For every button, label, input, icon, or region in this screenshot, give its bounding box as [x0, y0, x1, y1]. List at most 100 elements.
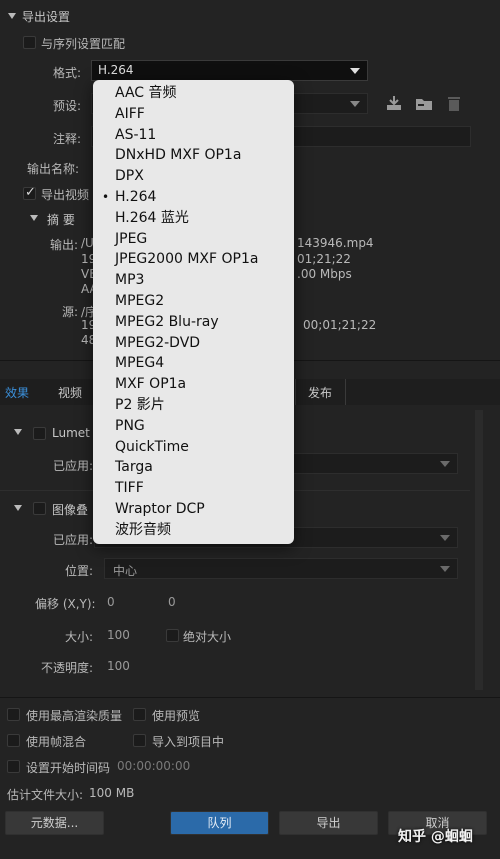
- format-menu-item-label: MPEG2: [115, 292, 165, 309]
- format-menu-item[interactable]: MPEG2 Blu-ray: [93, 312, 294, 333]
- format-menu-item-label: PNG: [115, 417, 145, 434]
- tab-divider: [345, 379, 346, 405]
- format-menu-item-label: MPEG2 Blu-ray: [115, 313, 219, 330]
- format-menu-item-label: H.264: [115, 188, 157, 205]
- format-menu-item[interactable]: DNxHD MXF OP1a: [93, 145, 294, 166]
- source-line-2-end: 00;01;21;22: [303, 318, 377, 332]
- position-dropdown[interactable]: 中心: [104, 558, 458, 579]
- section-title: 导出设置: [22, 10, 71, 24]
- image-overlay-applied-label: 已应用:: [53, 533, 94, 547]
- set-start-timecode-checkbox[interactable]: [7, 760, 20, 773]
- offset-y-value[interactable]: 0: [168, 595, 176, 609]
- delete-preset-icon[interactable]: [447, 95, 461, 112]
- format-menu: AAC 音频 AIFF AS-11 DNxHD MXF OP1a DPX • H.264 H.…: [93, 80, 294, 544]
- chevron-down-icon: [440, 461, 450, 467]
- format-menu-item[interactable]: MPEG4: [93, 353, 294, 374]
- format-menu-item-label: AIFF: [115, 105, 145, 122]
- offset-x-value[interactable]: 0: [107, 595, 115, 609]
- frame-blending-label: 使用帧混合: [26, 735, 87, 749]
- lumetri-checkbox[interactable]: [33, 427, 46, 440]
- tab-video[interactable]: 视频: [58, 384, 82, 401]
- format-dropdown[interactable]: H.264: [91, 60, 368, 81]
- format-menu-item-label: H.264 蓝光: [115, 209, 189, 226]
- format-menu-item[interactable]: P2 影片: [93, 395, 294, 416]
- effects-scrollbar[interactable]: [475, 410, 483, 690]
- collapse-triangle-icon[interactable]: [8, 13, 16, 19]
- format-menu-item[interactable]: Targa: [93, 457, 294, 478]
- import-preset-icon[interactable]: [414, 95, 434, 112]
- offset-label: 偏移 (X,Y):: [35, 597, 96, 611]
- import-into-project-label: 导入到项目中: [152, 735, 225, 749]
- position-value: 中心: [113, 564, 138, 578]
- format-label: 格式:: [53, 66, 82, 80]
- format-menu-item-label: JPEG: [115, 230, 148, 247]
- import-into-project-checkbox[interactable]: [133, 734, 146, 747]
- absolute-size-checkbox[interactable]: [166, 629, 179, 642]
- format-menu-item-label: Targa: [115, 459, 153, 476]
- format-menu-item[interactable]: H.264 蓝光: [93, 208, 294, 229]
- max-render-quality-checkbox[interactable]: [7, 708, 20, 721]
- preset-label: 预设:: [53, 99, 82, 113]
- image-overlay-label: 图像叠: [52, 503, 89, 517]
- absolute-size-label: 绝对大小: [183, 630, 232, 644]
- lumetri-label: Lumet: [52, 426, 90, 440]
- use-previews-label: 使用预览: [152, 709, 201, 723]
- format-menu-item[interactable]: QuickTime: [93, 437, 294, 458]
- format-menu-item-label: AAC 音频: [115, 85, 177, 101]
- format-menu-item[interactable]: MPEG2-DVD: [93, 333, 294, 354]
- format-value: H.264: [98, 63, 134, 77]
- format-menu-item-label: MXF OP1a: [115, 376, 187, 393]
- format-menu-item[interactable]: DPX: [93, 166, 294, 187]
- format-menu-item[interactable]: JPEG2000 MXF OP1a: [93, 249, 294, 270]
- format-menu-item-label: TIFF: [115, 480, 144, 497]
- lumetri-triangle-icon[interactable]: [14, 429, 22, 435]
- position-label: 位置:: [65, 564, 94, 578]
- format-menu-item[interactable]: 波形音频: [93, 520, 294, 541]
- max-render-quality-label: 使用最高渲染质量: [26, 709, 123, 723]
- opacity-value[interactable]: 100: [107, 659, 130, 673]
- format-menu-item[interactable]: Wraptor DCP: [93, 499, 294, 520]
- format-menu-item-label: DNxHD MXF OP1a: [115, 147, 242, 164]
- output-summary-label: 输出:: [50, 238, 79, 252]
- format-menu-item[interactable]: AIFF: [93, 104, 294, 125]
- format-menu-item[interactable]: JPEG: [93, 229, 294, 250]
- estimated-size-label: 估计文件大小:: [7, 788, 84, 802]
- summary-triangle-icon[interactable]: [30, 215, 38, 221]
- format-menu-item[interactable]: PNG: [93, 416, 294, 437]
- metadata-button[interactable]: 元数据...: [5, 811, 104, 835]
- image-overlay-checkbox[interactable]: [33, 502, 46, 515]
- tab-publish[interactable]: 发布: [308, 384, 332, 401]
- save-preset-icon[interactable]: [385, 94, 403, 112]
- match-sequence-checkbox[interactable]: [23, 36, 36, 49]
- format-menu-item[interactable]: AS-11: [93, 125, 294, 146]
- format-menu-item-label: QuickTime: [115, 438, 189, 455]
- chevron-down-icon: [350, 101, 360, 107]
- frame-blending-checkbox[interactable]: [7, 734, 20, 747]
- image-overlay-triangle-icon[interactable]: [14, 505, 22, 511]
- format-menu-item[interactable]: TIFF: [93, 478, 294, 499]
- format-menu-item[interactable]: MPEG2: [93, 291, 294, 312]
- tab-effects[interactable]: 效果: [5, 384, 29, 401]
- export-button[interactable]: 导出: [279, 811, 378, 835]
- format-menu-item-label: DPX: [115, 168, 144, 185]
- start-timecode-value[interactable]: 00:00:00:00: [117, 759, 190, 773]
- format-menu-item[interactable]: MXF OP1a: [93, 374, 294, 395]
- lumetri-applied-label: 已应用:: [53, 459, 94, 473]
- output-line-3-end: .00 Mbps: [297, 267, 352, 281]
- use-previews-checkbox[interactable]: [133, 708, 146, 721]
- source-summary-label: 源:: [62, 305, 79, 319]
- format-menu-item[interactable]: • H.264: [93, 187, 294, 208]
- queue-button[interactable]: 队列: [170, 811, 269, 835]
- export-video-checkbox[interactable]: [23, 185, 36, 200]
- size-value[interactable]: 100: [107, 628, 130, 642]
- format-menu-item[interactable]: AAC 音频: [93, 83, 294, 104]
- watermark: 知乎 @蛔蛔: [398, 829, 473, 845]
- chevron-down-icon: [440, 535, 450, 541]
- comments-label: 注释:: [53, 132, 82, 146]
- opacity-label: 不透明度:: [41, 661, 94, 675]
- format-menu-item-label: MPEG4: [115, 355, 165, 372]
- output-line-1-start: /U: [81, 236, 94, 250]
- format-menu-item[interactable]: MP3: [93, 270, 294, 291]
- estimated-size-value: 100 MB: [89, 786, 135, 800]
- format-menu-item-label: P2 影片: [115, 396, 165, 413]
